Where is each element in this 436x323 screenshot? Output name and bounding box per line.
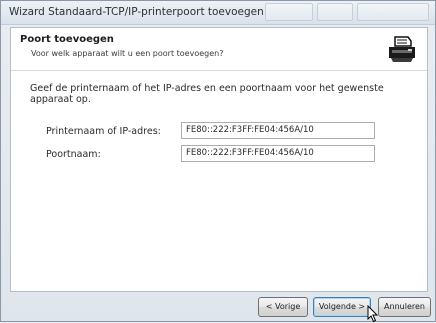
instruction-text: Geef de printernaam of het IP-adres en e… <box>30 83 384 105</box>
title-bar: Wizard Standaard-TCP/IP-printerpoort toe… <box>1 1 435 25</box>
page-subtitle: Voor welk apparaat wilt u een poort toev… <box>31 49 224 58</box>
mouse-pointer-icon <box>367 305 379 323</box>
title-bar-blur-segment <box>357 3 429 21</box>
wizard-window: Wizard Standaard-TCP/IP-printerpoort toe… <box>0 0 436 323</box>
wizard-content: Poort toevoegen Voor welk apparaat wilt … <box>10 27 428 292</box>
window-title: Wizard Standaard-TCP/IP-printerpoort toe… <box>9 6 264 18</box>
back-button[interactable]: < Vorige <box>258 297 308 317</box>
cancel-button[interactable]: Annuleren <box>378 297 431 317</box>
port-name-label: Poortnaam: <box>46 149 101 160</box>
next-button[interactable]: Volgende > <box>313 297 371 317</box>
printer-address-label: Printernaam of IP-adres: <box>46 126 161 137</box>
printer-icon <box>387 34 417 64</box>
port-name-input[interactable]: FE80::222:F3FF:FE04:456A/10 <box>181 145 375 162</box>
title-bar-blur-segment <box>265 3 313 21</box>
title-bar-blur-segment <box>317 3 353 21</box>
printer-address-input[interactable]: FE80::222:F3FF:FE04:456A/10 <box>181 122 375 139</box>
wizard-header: Poort toevoegen Voor welk apparaat wilt … <box>11 28 427 71</box>
page-title: Poort toevoegen <box>20 34 114 45</box>
